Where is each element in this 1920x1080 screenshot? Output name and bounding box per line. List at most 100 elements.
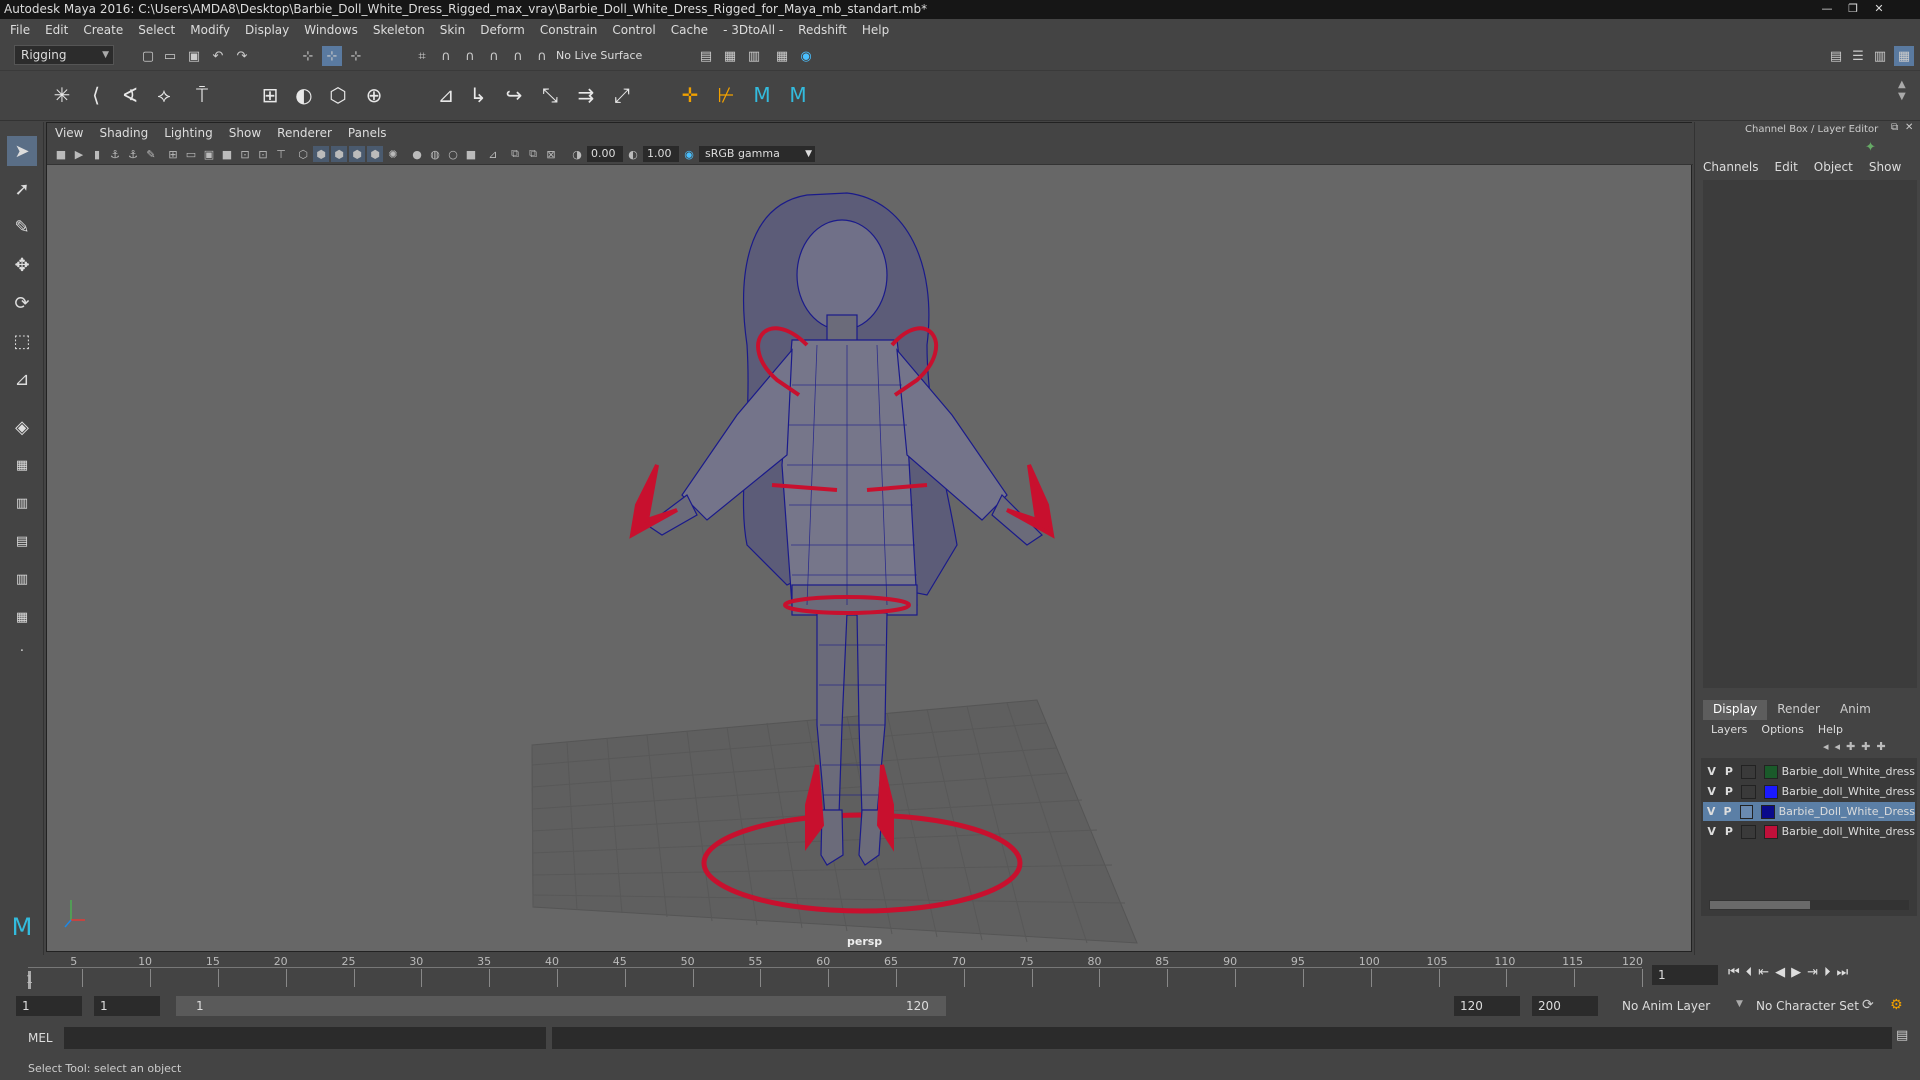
menu-create[interactable]: Create	[83, 23, 123, 37]
menu-deform[interactable]: Deform	[480, 23, 525, 37]
redo-icon[interactable]: ↷	[232, 46, 252, 66]
menu-3dtoall[interactable]: - 3DtoAll -	[723, 23, 783, 37]
step-back-frame-icon[interactable]: ⏴	[1746, 965, 1753, 980]
safe-title-icon[interactable]: ⊤	[273, 146, 289, 162]
toggle-modeling-toolkit-icon[interactable]: ▥	[1870, 46, 1890, 66]
layer-type[interactable]	[1741, 824, 1756, 839]
vp-menu-panels[interactable]: Panels	[348, 126, 387, 140]
paint-select-icon[interactable]: ✎	[7, 212, 37, 242]
film-gate-icon[interactable]: ▭	[183, 146, 199, 162]
xray-joints-icon[interactable]: ⧉	[525, 146, 541, 162]
playback-end-field[interactable]: 120	[1454, 996, 1520, 1016]
layer-playback[interactable]: P	[1719, 805, 1735, 818]
menu-edit[interactable]: Edit	[45, 23, 68, 37]
layout-persp-graph-icon[interactable]: ▦	[7, 602, 37, 632]
menu-file[interactable]: File	[10, 23, 30, 37]
lattice-icon[interactable]: ⬡	[324, 81, 352, 109]
channels-menu[interactable]: Channels	[1703, 160, 1759, 174]
layout-more-icon[interactable]: ·	[7, 636, 37, 666]
layer-color-swatch[interactable]	[1763, 824, 1778, 839]
vp-menu-shading[interactable]: Shading	[99, 126, 148, 140]
character-set-dropdown[interactable]: No Character Set	[1756, 999, 1859, 1013]
grid-toggle-icon[interactable]: ⊞	[165, 146, 181, 162]
camera-attr-icon[interactable]: ■	[53, 146, 69, 162]
camera-icon[interactable]: ▶	[71, 146, 87, 162]
soft-select-icon[interactable]: ◈	[7, 412, 37, 442]
maya-tool-a-icon[interactable]: M	[748, 81, 776, 109]
layer-playback[interactable]: P	[1720, 765, 1737, 778]
aim-constraint-icon[interactable]: ↳	[464, 81, 492, 109]
humanik-icon[interactable]: ⍑	[188, 81, 216, 109]
layer-visibility[interactable]: V	[1703, 805, 1719, 818]
layer-name[interactable]: Barbie_doll_White_dress	[1782, 785, 1915, 798]
use-lights-icon[interactable]: ⬢	[367, 146, 383, 162]
layer-playback[interactable]: P	[1720, 785, 1737, 798]
gamma-field[interactable]: 1.00	[643, 146, 679, 162]
snap-surface-icon[interactable]: ∩	[508, 46, 528, 66]
move-layer-up-icon[interactable]: ◂	[1823, 740, 1829, 753]
layer-row[interactable]: V P Barbie_doll_White_dress	[1703, 822, 1915, 841]
script-language-button[interactable]: MEL	[28, 1031, 53, 1045]
anti-aliasing-icon[interactable]: ○	[445, 146, 461, 162]
resolution-gate-icon[interactable]: ▣	[201, 146, 217, 162]
layout-four-view-icon[interactable]: ▦	[7, 450, 37, 480]
wireframe-icon[interactable]: ⬡	[295, 146, 311, 162]
layer-scrollbar[interactable]	[1709, 900, 1909, 910]
vp-menu-view[interactable]: View	[55, 126, 83, 140]
select-tool-icon[interactable]: ➤	[7, 136, 37, 166]
depth-of-field-icon[interactable]: ■	[463, 146, 479, 162]
layer-name[interactable]: Barbie_Doll_White_Dress	[1779, 805, 1915, 818]
bind-skin-icon[interactable]: ⊞	[256, 81, 284, 109]
maximize-button[interactable]: ❐	[1842, 2, 1864, 16]
new-scene-icon[interactable]: ▢	[138, 46, 158, 66]
select-component-icon[interactable]: ⊹	[346, 46, 366, 66]
render-view-icon[interactable]: ▦	[772, 46, 792, 66]
snap-grid-icon[interactable]: ⌗	[412, 46, 432, 66]
menu-set-dropdown[interactable]: Rigging ▼	[14, 45, 114, 65]
go-to-start-icon[interactable]: ⏮	[1728, 965, 1740, 980]
insert-joint-icon[interactable]: ⟨	[82, 81, 110, 109]
undo-icon[interactable]: ↶	[208, 46, 228, 66]
layer-name[interactable]: Barbie_doll_White_dress	[1782, 765, 1915, 778]
ik-spline-icon[interactable]: ⟡	[150, 81, 178, 109]
cb-edit-menu[interactable]: Edit	[1775, 160, 1798, 174]
tab-display[interactable]: Display	[1703, 700, 1768, 720]
motion-blur-icon[interactable]: ◍	[427, 146, 443, 162]
animation-start-field[interactable]: 1	[16, 996, 82, 1016]
parent-constraint-icon[interactable]: ⇉	[572, 81, 600, 109]
safe-action-icon[interactable]: ⊡	[255, 146, 271, 162]
menu-select[interactable]: Select	[138, 23, 175, 37]
save-scene-icon[interactable]: ▣	[184, 46, 204, 66]
menu-help[interactable]: Help	[862, 23, 889, 37]
menu-skin[interactable]: Skin	[440, 23, 466, 37]
open-scene-icon[interactable]: ▭	[160, 46, 180, 66]
float-panel-icon[interactable]: ⧉	[1891, 122, 1898, 133]
layout-graph-icon[interactable]: ▥	[7, 564, 37, 594]
view-transform-dropdown[interactable]: sRGB gamma ▼	[699, 146, 815, 162]
field-chart-icon[interactable]: ⊡	[237, 146, 253, 162]
bookmark-icon[interactable]: ▮	[89, 146, 105, 162]
locator-icon[interactable]: ✛	[676, 81, 704, 109]
create-joint-icon[interactable]: ✳	[48, 81, 76, 109]
vp-menu-renderer[interactable]: Renderer	[277, 126, 332, 140]
paint-weights-icon[interactable]: ◐	[290, 81, 318, 109]
textured-icon[interactable]: ⬢	[349, 146, 365, 162]
layer-type[interactable]	[1741, 784, 1756, 799]
new-layer-icon[interactable]: ✚	[1877, 740, 1886, 753]
image-plane-icon[interactable]: ⚓	[107, 146, 123, 162]
exposure-field[interactable]: 0.00	[587, 146, 623, 162]
layer-type[interactable]	[1739, 804, 1754, 819]
layer-row[interactable]: V P Barbie_doll_White_dress	[1703, 782, 1915, 801]
snap-point-icon[interactable]: ∩	[460, 46, 480, 66]
point-constraint-icon[interactable]: ⊿	[432, 81, 460, 109]
step-forward-frame-icon[interactable]: ⏵	[1824, 965, 1831, 980]
live-surface-label[interactable]: No Live Surface	[556, 49, 642, 62]
menu-cache[interactable]: Cache	[671, 23, 708, 37]
auto-key-icon[interactable]: ⟳	[1862, 997, 1874, 1013]
playback-start-field[interactable]: 1	[94, 996, 160, 1016]
minimize-button[interactable]: —	[1816, 2, 1838, 16]
menu-control[interactable]: Control	[612, 23, 655, 37]
menu-redshift[interactable]: Redshift	[798, 23, 847, 37]
channel-lock-icon[interactable]: ✦	[1865, 140, 1876, 155]
layout-outliner-icon[interactable]: ▤	[7, 526, 37, 556]
